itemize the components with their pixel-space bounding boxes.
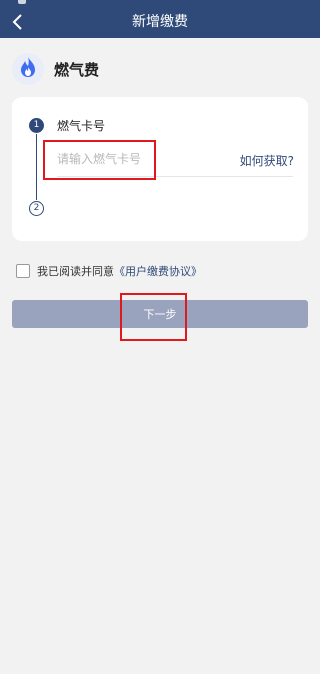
agreement-link[interactable]: 《用户缴费协议》 [114,263,202,279]
input-underline [57,176,293,177]
form-card: 1 2 燃气卡号 如何获取? [12,97,308,241]
card-number-input[interactable] [57,149,197,169]
agreement-row: 我已阅读并同意 《用户缴费协议》 [16,263,202,279]
next-button[interactable]: 下一步 [12,300,308,328]
status-indicator [18,0,26,4]
page-title: 新增缴费 [132,14,188,30]
agreement-text: 我已阅读并同意 [37,265,114,278]
step-2-indicator: 2 [29,201,44,216]
service-header: 燃气费 [12,52,99,86]
how-to-get-link[interactable]: 如何获取? [240,152,294,169]
step-connector [36,134,37,200]
app-header: 新增缴费 [0,6,320,38]
flame-badge [12,53,44,85]
flame-icon [19,56,37,82]
step-1-indicator: 1 [29,118,44,133]
card-number-label: 燃气卡号 [57,119,106,133]
agreement-checkbox[interactable] [16,264,30,278]
service-title: 燃气费 [54,60,100,79]
